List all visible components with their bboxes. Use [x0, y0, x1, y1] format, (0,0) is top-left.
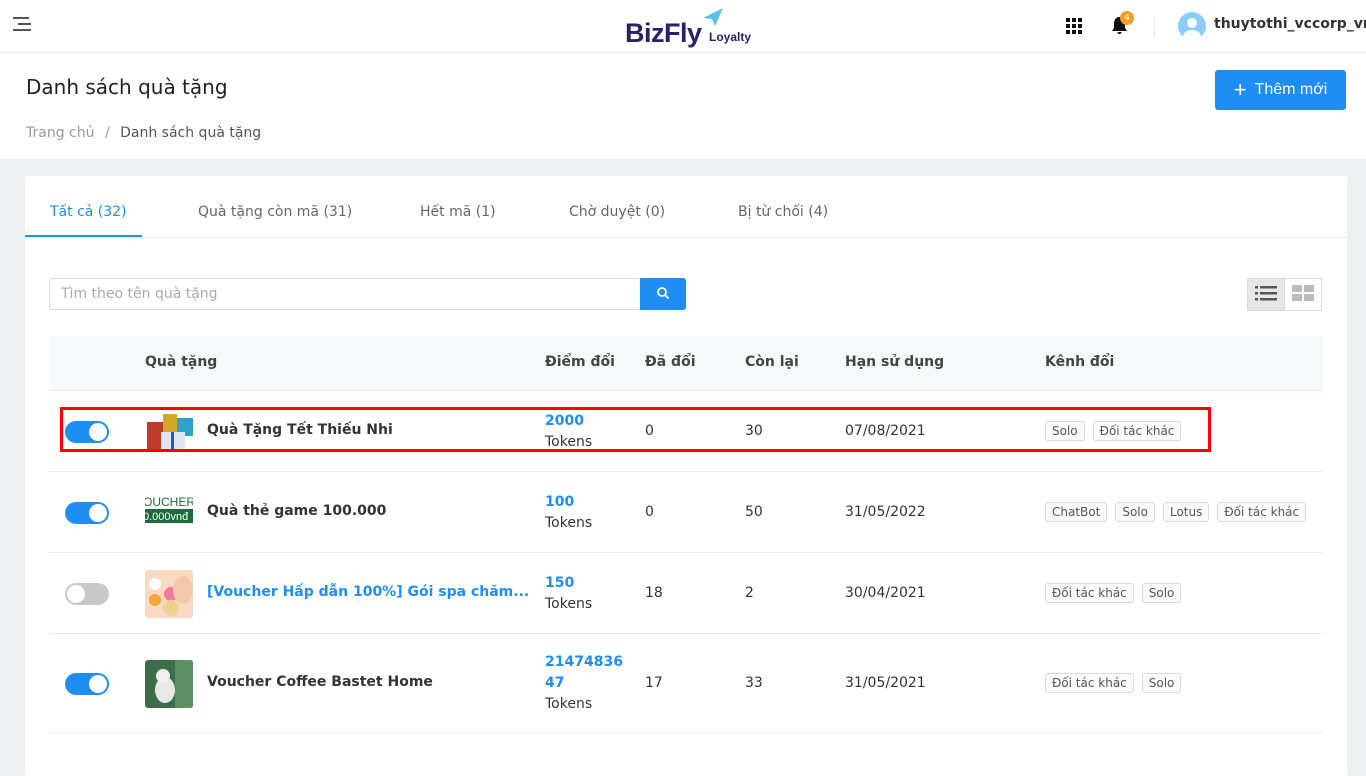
tab-rejected[interactable]: Bị từ chối (4)	[738, 204, 828, 220]
breadcrumb: Trang chủ / Danh sách quà tặng	[26, 125, 262, 141]
list-view-button[interactable]	[1247, 278, 1285, 311]
status-toggle[interactable]	[65, 420, 109, 443]
points-cell: 100 Tokens	[545, 493, 593, 531]
expiry-date: 07/08/2021	[845, 422, 926, 439]
status-toggle[interactable]	[65, 582, 109, 605]
redeemed-count: 0	[645, 422, 654, 439]
channel-list: Đối tác khác Solo	[1045, 672, 1182, 693]
channel-chip: Solo	[1115, 501, 1155, 522]
grid-view-button[interactable]	[1284, 278, 1322, 311]
expiry-date: 30/04/2021	[845, 584, 926, 601]
redeemed-count: 17	[645, 674, 663, 691]
points-cell: 21474836 47 Tokens	[545, 654, 623, 712]
redeemed-count: 0	[645, 503, 654, 520]
menu-toggle-icon[interactable]	[13, 16, 31, 32]
status-toggle[interactable]	[65, 672, 109, 695]
page-title: Danh sách quà tặng	[26, 75, 228, 99]
breadcrumb-current: Danh sách quà tặng	[120, 125, 262, 141]
remaining-count: 50	[745, 503, 763, 520]
gift-list-card: Tất cả (32) Quà tặng còn mã (31) Hết mã …	[25, 176, 1347, 776]
channel-list: ChatBot Solo Lotus Đối tác khác	[1045, 501, 1307, 522]
svg-text:0.000vnđ: 0.000vnđ	[145, 511, 189, 523]
paper-plane-icon	[703, 8, 723, 26]
active-tab-indicator	[25, 235, 142, 237]
channel-chip: Solo	[1141, 582, 1182, 603]
table-row: Voucher Coffee Bastet Home 21474836 47 Tok…	[49, 634, 1323, 733]
gift-thumbnail	[145, 659, 193, 708]
table-row: OUCHER 0.000vnđ Quà thẻ game 100.000 100 T…	[49, 472, 1323, 553]
channel-chip: Đối tác khác	[1045, 582, 1134, 603]
remaining-count: 2	[745, 584, 754, 601]
remaining-count: 30	[745, 422, 763, 439]
channel-chip: Đối tác khác	[1217, 501, 1307, 522]
username[interactable]: thuytothi_vccorp_vn	[1214, 16, 1366, 32]
expiry-date: 31/05/2021	[845, 674, 926, 691]
table-header: Quà tặng Điểm đổi Đã đổi Còn lại Hạn sử …	[49, 336, 1323, 391]
gift-thumbnail: OUCHER 0.000vnđ	[145, 488, 193, 537]
channel-chip: Đối tác khác	[1045, 672, 1134, 693]
svg-text:OUCHER: OUCHER	[145, 495, 193, 509]
avatar[interactable]	[1178, 12, 1206, 40]
search-button[interactable]	[640, 278, 686, 310]
grid-icon	[1292, 285, 1314, 301]
list-icon	[1255, 286, 1277, 301]
remaining-count: 33	[745, 674, 763, 691]
gift-thumbnail	[145, 407, 193, 456]
channel-chip: Solo	[1045, 420, 1085, 441]
apps-grid-icon[interactable]	[1066, 18, 1082, 34]
page-header: Danh sách quà tặng Trang chủ / Danh sách…	[0, 53, 1366, 159]
table-row: [Voucher Hấp dẫn 100%] Gói spa chăm... 1…	[49, 553, 1323, 634]
channel-chip: Lotus	[1162, 501, 1210, 522]
gift-name[interactable]: Voucher Coffee Bastet Home	[207, 674, 433, 690]
breadcrumb-home[interactable]: Trang chủ	[26, 125, 94, 141]
notification-badge: 4	[1120, 11, 1134, 25]
divider	[1154, 16, 1155, 38]
channel-chip: Solo	[1141, 672, 1182, 693]
gift-thumbnail	[145, 569, 193, 618]
bizfly-logo[interactable]: BizFly Loyalty	[625, 8, 755, 48]
points-cell: 150 Tokens	[545, 574, 593, 612]
top-header: BizFly Loyalty 4 thuytothi_vccorp_vn	[0, 0, 1366, 53]
tab-all[interactable]: Tất cả (32)	[50, 204, 127, 220]
gift-name[interactable]: [Voucher Hấp dẫn 100%] Gói spa chăm...	[207, 584, 529, 600]
status-toggle[interactable]	[65, 501, 109, 524]
add-new-button[interactable]: + Thêm mới	[1215, 70, 1346, 110]
points-cell: 2000 Tokens	[545, 412, 593, 450]
search-icon	[657, 286, 670, 299]
tabs: Tất cả (32) Quà tặng còn mã (31) Hết mã …	[25, 176, 1347, 238]
tab-out-of-codes[interactable]: Hết mã (1)	[420, 204, 496, 220]
tab-with-codes[interactable]: Quà tặng còn mã (31)	[198, 204, 352, 220]
expiry-date: 31/05/2022	[845, 503, 926, 520]
table-row: Quà Tặng Tết Thiếu Nhi 2000 Tokens 0 30 0…	[49, 391, 1323, 472]
redeemed-count: 18	[645, 584, 663, 601]
channel-list: Đối tác khác Solo	[1045, 582, 1182, 603]
plus-icon: +	[1233, 77, 1247, 102]
gift-name[interactable]: Quà thẻ game 100.000	[207, 503, 386, 519]
channel-list: Solo Đối tác khác	[1045, 420, 1182, 441]
channel-chip: ChatBot	[1045, 501, 1108, 522]
channel-chip: Đối tác khác	[1092, 420, 1182, 441]
tab-pending[interactable]: Chờ duyệt (0)	[569, 204, 665, 220]
search-input[interactable]	[49, 278, 641, 310]
gift-name[interactable]: Quà Tặng Tết Thiếu Nhi	[207, 422, 393, 438]
